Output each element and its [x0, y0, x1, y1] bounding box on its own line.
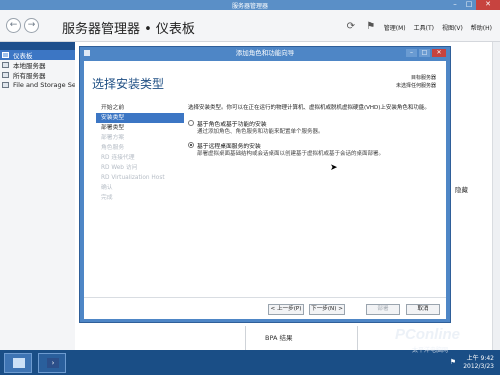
step-before-you-begin[interactable]: 开始之前 [96, 103, 184, 113]
tray-clock[interactable]: 上午 9:42 2012/3/23 [463, 355, 494, 371]
main-scrollbar[interactable] [492, 42, 500, 350]
notifications-flag-icon[interactable]: ⚑ [364, 20, 378, 34]
install-type-description: 选择安装类型。你可以在正在运行的物理计算机、虚拟机或脱机虚拟硬盘(VHD)上安装… [188, 105, 430, 111]
dialog-title: 添加角色和功能向导 [235, 49, 295, 57]
sidebar-item-label: 所有服务器 [13, 72, 46, 80]
sidebar-item-local-server[interactable]: 本地服务器 [0, 60, 75, 70]
hide-link[interactable]: 隐藏 [455, 184, 468, 194]
minimize-button[interactable]: – [448, 0, 462, 10]
watermark-logo: PConline [395, 326, 461, 343]
server-manager-icon [13, 358, 25, 368]
server-icon [2, 62, 9, 68]
dialog-body: 选择安装类型 目标服务器 未选择任何服务器 开始之前 安装类型 部署类型 部署方… [84, 61, 446, 319]
taskbar-powershell-button[interactable]: › [38, 353, 66, 373]
destination-server-value: 未选择任何服务器 [395, 83, 436, 89]
sidebar-item-label: 本地服务器 [13, 62, 46, 70]
window-title: 服务器管理器 [231, 3, 268, 10]
window-controls: – □ ✕ [448, 0, 500, 10]
deploy-button[interactable]: 部署 [366, 304, 400, 315]
close-button[interactable]: ✕ [476, 0, 500, 10]
sidebar: 仪表板 本地服务器 所有服务器 File and Storage Se [0, 50, 76, 350]
dialog-maximize-button[interactable]: □ [419, 49, 430, 57]
menu-tools[interactable]: 工具(T) [414, 23, 434, 32]
footer-divider [84, 297, 446, 298]
breadcrumb: 服务器管理器 • 仪表板 [62, 22, 195, 37]
option-role-based[interactable]: 基于角色或基于功能的安装 通过添加角色、角色服务和功能来配置单个服务器。 [188, 119, 438, 137]
forward-button[interactable]: → [24, 18, 39, 33]
option-description: 部署虚拟桌面基础结构或会话桌面以创建基于虚拟机或基于会话的桌面部署。 [197, 151, 385, 157]
back-button[interactable]: ← [6, 18, 21, 33]
menu-view[interactable]: 视图(V) [442, 23, 463, 32]
step-rd-virtualization-host: RD Virtualization Host [101, 175, 165, 181]
step-completion: 完成 [101, 195, 113, 201]
dialog-controls: – □ ✕ [404, 49, 446, 57]
sidebar-item-dashboard[interactable]: 仪表板 [0, 50, 75, 60]
sidebar-item-all-servers[interactable]: 所有服务器 [0, 70, 75, 80]
dialog-close-button[interactable]: ✕ [432, 49, 446, 57]
previous-button[interactable]: < 上一步(P) [268, 304, 304, 315]
sidebar-item-file-storage[interactable]: File and Storage Se [0, 80, 76, 90]
bpa-results-label[interactable]: BPA 结果 [265, 332, 292, 342]
wizard-steps: 开始之前 安装类型 部署类型 部署方案 角色服务 RD 连接代理 RD Web … [96, 103, 184, 203]
destination-server-label: 目标服务器 [410, 75, 436, 81]
step-installation-type[interactable]: 安装类型 [96, 113, 184, 123]
dialog-heading: 选择安装类型 [92, 77, 165, 91]
servers-icon [2, 72, 9, 78]
dialog-minimize-button[interactable]: – [406, 49, 417, 57]
app-header: ← → 服务器管理器 • 仪表板 ⟳ ⚑ 管理(M) 工具(T) 视图(V) 帮… [0, 10, 500, 42]
add-roles-wizard-dialog: 添加角色和功能向导 – □ ✕ 选择安装类型 目标服务器 未选择任何服务器 开始… [79, 46, 451, 323]
step-deployment-scenario: 部署方案 [101, 135, 125, 141]
powershell-icon: › [47, 358, 59, 368]
dashboard-icon [2, 52, 9, 58]
next-button[interactable]: 下一步(N) > [309, 304, 345, 315]
radio-role-based[interactable] [188, 120, 194, 126]
sidebar-item-label: File and Storage Se [13, 81, 76, 89]
refresh-icon[interactable]: ⟳ [344, 20, 358, 34]
taskbar-server-manager-button[interactable] [4, 353, 32, 373]
step-deployment-type[interactable]: 部署类型 [96, 123, 184, 133]
watermark-subtext: 太平洋电脑网 [412, 347, 449, 354]
window-titlebar: 服务器管理器 – □ ✕ [0, 0, 500, 10]
cancel-button[interactable]: 取消 [406, 304, 440, 315]
step-rd-web-access: RD Web 访问 [101, 165, 138, 171]
radio-remote-desktop[interactable] [188, 142, 194, 148]
header-tools: ⟳ ⚑ 管理(M) 工具(T) 视图(V) 帮助(H) [344, 20, 500, 34]
sidebar-item-label: 仪表板 [13, 52, 33, 60]
step-confirmation: 确认 [101, 185, 113, 191]
step-rd-connection-broker: RD 连接代理 [101, 155, 135, 161]
menu-help[interactable]: 帮助(H) [471, 23, 492, 32]
storage-icon [2, 82, 9, 88]
maximize-button[interactable]: □ [462, 0, 476, 10]
option-description: 通过添加角色、角色服务和功能来配置单个服务器。 [197, 129, 324, 135]
tray-flag-icon[interactable]: ⚑ [450, 358, 456, 366]
step-role-services: 角色服务 [101, 145, 125, 151]
option-remote-desktop[interactable]: 基于远程桌面服务的安装 部署虚拟桌面基础结构或会话桌面以创建基于虚拟机或基于会话… [188, 141, 438, 159]
clock-time: 上午 9:42 [466, 355, 494, 362]
mouse-cursor-icon: ➤ [330, 163, 338, 173]
menu-manage[interactable]: 管理(M) [384, 23, 406, 32]
clock-date: 2012/3/23 [463, 363, 494, 370]
